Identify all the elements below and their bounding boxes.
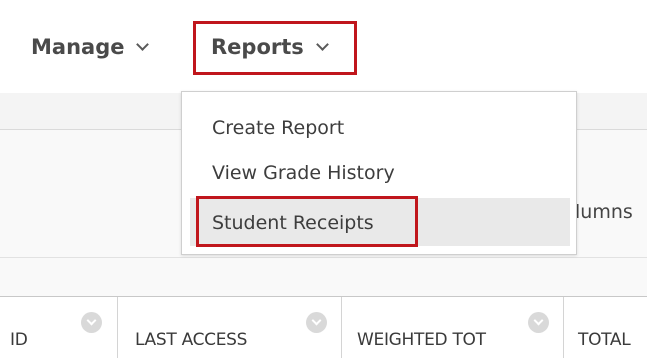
sort-chevron-icon[interactable] [306, 312, 327, 333]
column-header-label: ID [10, 330, 28, 350]
sort-chevron-icon[interactable] [528, 312, 549, 333]
top-navigation-bar: Manage Reports [0, 0, 647, 94]
student-receipts-highlight-box [196, 196, 418, 247]
reports-highlight-box [193, 21, 357, 75]
filter-strip [0, 257, 647, 298]
column-header-label: TOTAL [578, 330, 631, 350]
column-header-weighted-total[interactable]: WEIGHTED TOT [342, 297, 564, 358]
grade-table-header: ID LAST ACCESS WEIGHTED TOT TOTAL [0, 297, 647, 358]
manage-menu-button[interactable]: Manage [31, 35, 150, 59]
columns-label[interactable]: lumns [575, 201, 633, 223]
column-header-label: WEIGHTED TOT [357, 330, 486, 350]
column-header-last-access[interactable]: LAST ACCESS [118, 297, 342, 358]
sort-chevron-icon[interactable] [81, 312, 102, 333]
menu-item-view-grade-history[interactable]: View Grade History [212, 162, 395, 184]
manage-menu-label: Manage [31, 35, 125, 59]
column-header-label: LAST ACCESS [135, 330, 248, 350]
chevron-down-icon [136, 37, 150, 51]
column-header-total[interactable]: TOTAL [564, 297, 647, 358]
column-header-id[interactable]: ID [0, 297, 118, 358]
menu-item-create-report[interactable]: Create Report [212, 117, 344, 139]
